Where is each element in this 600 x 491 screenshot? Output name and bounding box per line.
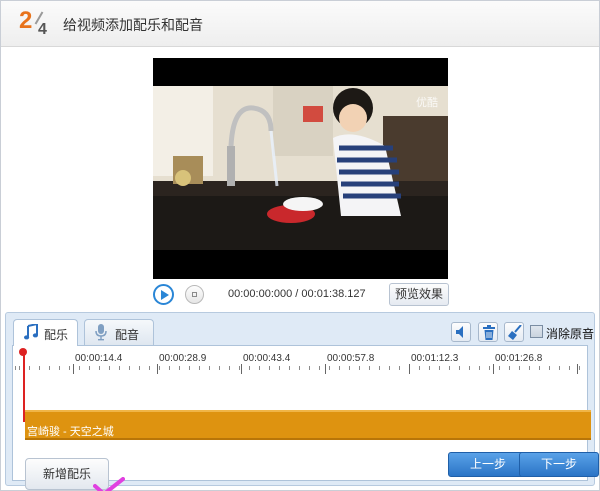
player-controls: 00:00:00:000 / 00:01:38.127 预览效果 [153, 283, 449, 307]
ruler-label: 00:01:12.3 [411, 353, 459, 364]
play-button[interactable] [153, 284, 174, 305]
ruler-ticks [13, 366, 587, 376]
music-track-label: 宫崎骏 - 天空之城 [27, 426, 114, 438]
mute-original-label: 消除原音 [546, 327, 595, 341]
total-time: 00:01:38.127 [301, 288, 366, 300]
ruler-label: 00:00:43.4 [243, 353, 291, 364]
time-ruler: 00:00:14.4 00:00:28.9 00:00:43.4 00:00:5… [13, 346, 587, 376]
video-frame-illustration [153, 86, 448, 250]
music-track[interactable]: 宫崎骏 - 天空之城 [25, 410, 591, 440]
time-separator: / [295, 288, 299, 300]
prev-step-button[interactable]: 上一步 [448, 452, 528, 477]
mute-original-checkbox[interactable] [530, 325, 543, 338]
broom-icon [508, 325, 522, 340]
playhead[interactable] [23, 350, 25, 422]
time-readout: 00:00:00:000 / 00:01:38.127 [228, 288, 366, 300]
video-preview: 优酷 [153, 58, 448, 279]
next-step-button[interactable]: 下一步 [519, 452, 599, 477]
play-icon [161, 290, 169, 300]
app-window: 2 4 给视频添加配乐和配音 优酷 00:00:00:000 / 00:01:3… [0, 0, 600, 491]
ruler-major-tick [577, 364, 578, 374]
step-total: 4 [38, 21, 47, 38]
tab-voice-label: 配音 [115, 328, 140, 342]
step-indicator: 2 4 [15, 5, 55, 43]
page-title: 给视频添加配乐和配音 [63, 17, 203, 33]
music-note-icon [24, 322, 38, 343]
ruler-major-tick [325, 364, 326, 374]
speaker-icon [456, 326, 463, 338]
ruler-major-tick [409, 364, 410, 374]
ruler-label: 00:01:26.8 [495, 353, 543, 364]
tab-music-label: 配乐 [44, 328, 69, 342]
wizard-header: 2 4 给视频添加配乐和配音 [1, 1, 599, 47]
stop-button[interactable] [185, 285, 204, 304]
tab-voice[interactable]: 配音 [84, 319, 154, 345]
step-current: 2 [19, 7, 33, 34]
ruler-label: 00:00:28.9 [159, 353, 207, 364]
ruler-major-tick [241, 364, 242, 374]
clear-button[interactable] [504, 322, 524, 342]
video-frame [153, 86, 448, 250]
preview-button[interactable]: 预览效果 [389, 283, 449, 306]
trash-icon [483, 325, 495, 340]
delete-button[interactable] [478, 322, 498, 342]
ruler-major-tick [493, 364, 494, 374]
current-time: 00:00:00:000 [228, 288, 293, 300]
video-watermark: 优酷 [416, 97, 438, 109]
stop-icon [192, 292, 197, 297]
ruler-major-tick [73, 364, 74, 374]
ruler-label: 00:00:14.4 [75, 353, 123, 364]
ruler-label: 00:00:57.8 [327, 353, 375, 364]
tab-music[interactable]: 配乐 [13, 319, 78, 346]
audio-panel: 配乐 配音 消除原音 00:00:14.4 00:00:28.9 00:00:4… [5, 312, 599, 491]
checkmark-icon [93, 477, 125, 491]
ruler-major-tick [157, 364, 158, 374]
microphone-icon [95, 324, 107, 344]
volume-button[interactable] [451, 322, 471, 342]
